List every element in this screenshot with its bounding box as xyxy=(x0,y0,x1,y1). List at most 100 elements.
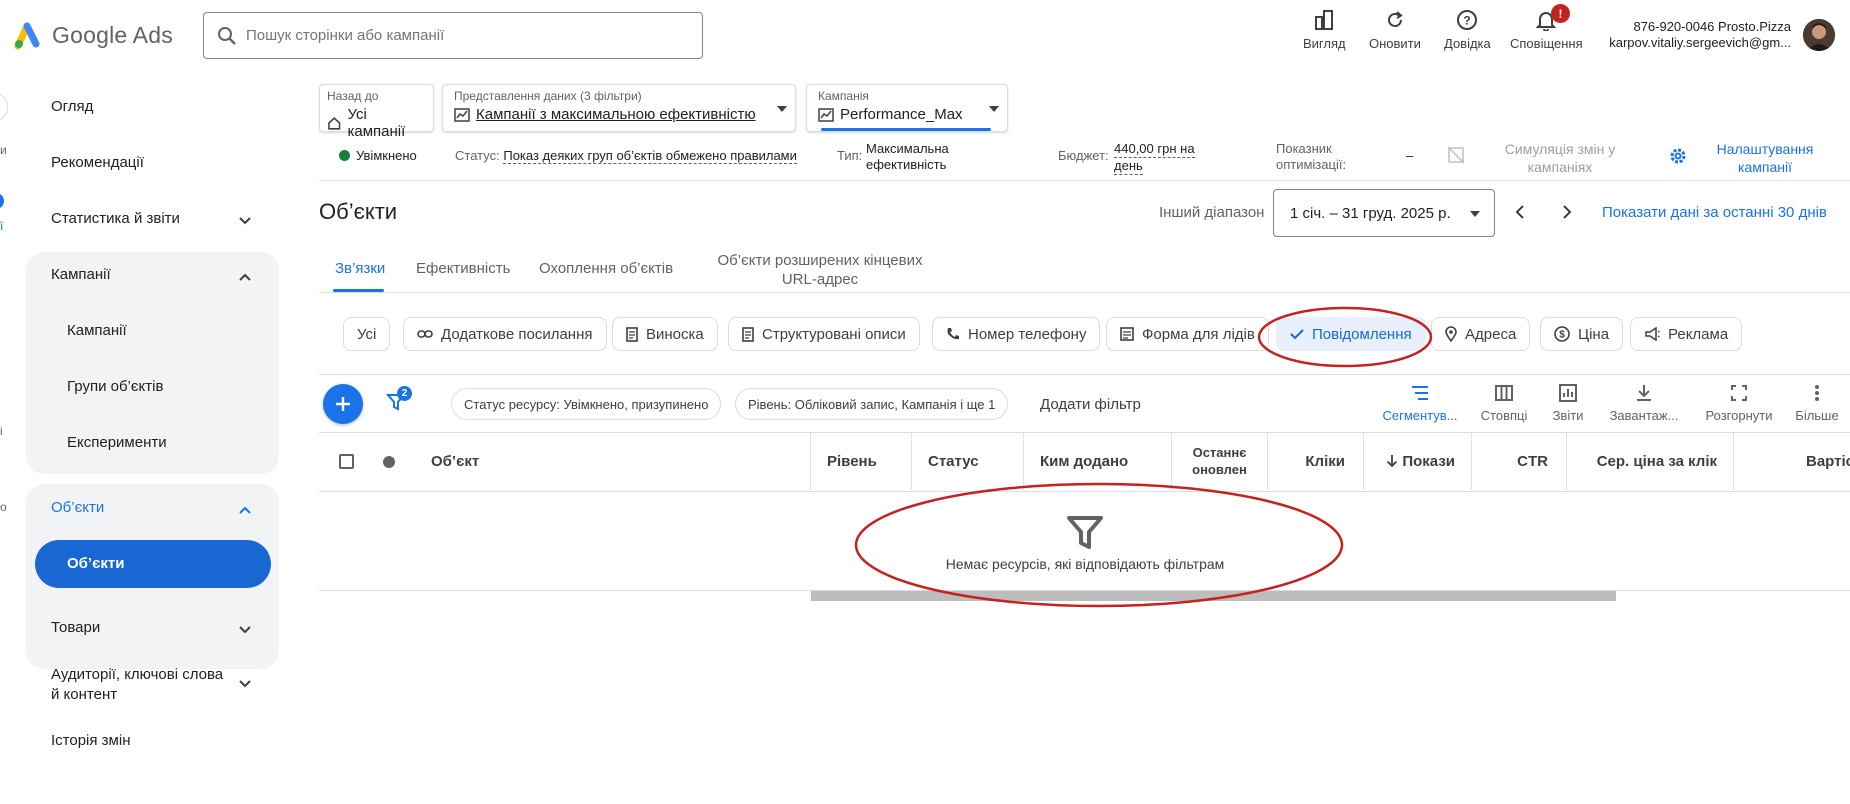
column-header-impressions[interactable]: Покази xyxy=(1363,432,1471,490)
sidebar-item-products[interactable]: Товари xyxy=(51,619,100,636)
tab-final-url-assets[interactable]: Об’єкти розширених кінцевих URL-адрес xyxy=(712,251,928,289)
type-label: Тип: xyxy=(837,148,863,163)
notification-badge: ! xyxy=(1551,4,1570,23)
dropdown-arrow-icon[interactable] xyxy=(988,105,1000,113)
download-button[interactable]: Завантаж... xyxy=(1605,384,1683,423)
location-pin-icon xyxy=(1445,326,1457,342)
segment-label: Сегментув... xyxy=(1382,408,1458,423)
chevron-right-icon[interactable] xyxy=(1557,202,1577,222)
help-button[interactable]: ? Довідка xyxy=(1444,9,1491,51)
tab-performance[interactable]: Ефективність xyxy=(416,260,510,277)
add-filter-button[interactable]: Додати фільтр xyxy=(1040,396,1141,413)
back-to-card[interactable]: Назад до Усі кампанії xyxy=(319,84,434,140)
svg-text:?: ? xyxy=(1464,14,1471,28)
campaign-settings-link[interactable]: Налаштування кампанії xyxy=(1700,140,1830,176)
chip-price[interactable]: $ Ціна xyxy=(1540,317,1624,351)
segment-button[interactable]: Сегментув... xyxy=(1382,384,1458,423)
gear-icon[interactable] xyxy=(1668,146,1688,166)
budget-value-2: день xyxy=(1114,158,1143,175)
campaign-card[interactable]: Кампанія Performance_Max xyxy=(806,84,1008,132)
document-icon xyxy=(742,326,754,342)
google-ads-logo[interactable]: Google Ads xyxy=(14,20,173,50)
sidebar-item-overview[interactable]: Огляд xyxy=(51,98,93,115)
column-header-cost[interactable]: Вартіс xyxy=(1733,432,1850,490)
date-range-picker[interactable]: 1 січ. – 31 груд. 2025 р. xyxy=(1273,189,1495,237)
notifications-button[interactable]: Сповіщення xyxy=(1510,9,1583,51)
chip-lead-form[interactable]: Форма для лідів xyxy=(1106,317,1269,351)
chevron-up-icon[interactable] xyxy=(236,501,254,519)
campaign-settings-2: кампанії xyxy=(1738,159,1792,175)
chip-phone[interactable]: Номер телефону xyxy=(932,317,1101,351)
data-view-label: Представлення даних (3 фільтри) xyxy=(454,89,642,103)
columns-label: Стовпці xyxy=(1480,408,1528,423)
chip-structured-snippets[interactable]: Структуровані описи xyxy=(728,317,920,351)
sidebar-item-experiments[interactable]: Експерименти xyxy=(67,434,167,451)
filter-chip-level[interactable]: Рівень: Обліковий запис, Кампанія і ще 1 xyxy=(735,388,1009,420)
sidebar-item-assets-group[interactable]: Об’єкти xyxy=(51,499,104,516)
column-header-ctr[interactable]: CTR xyxy=(1471,432,1566,490)
tab-asset-coverage[interactable]: Охоплення об’єктів xyxy=(539,260,673,277)
chevron-up-icon[interactable] xyxy=(236,268,254,286)
chip-label: Ціна xyxy=(1578,325,1610,343)
chevron-down-icon[interactable] xyxy=(236,675,254,693)
chevron-left-icon[interactable] xyxy=(1510,202,1530,222)
google-ads-logo-icon xyxy=(14,22,40,50)
sidebar-item-assets[interactable]: Об’єкти xyxy=(67,555,124,572)
sidebar-item-label: Аудиторії, ключові слова xyxy=(51,666,224,683)
chip-all[interactable]: Усі xyxy=(343,317,391,351)
chip-label: Структуровані описи xyxy=(762,325,906,343)
filter-chip-resource-status[interactable]: Статус ресурсу: Увімкнено, призупинено xyxy=(451,388,722,420)
avatar[interactable] xyxy=(1803,19,1835,51)
divider xyxy=(319,180,1850,181)
tab-links[interactable]: Зв’язки xyxy=(335,260,385,277)
download-label: Завантаж... xyxy=(1609,408,1679,423)
columns-button[interactable]: Стовпці xyxy=(1478,384,1530,423)
chip-callout[interactable]: Виноска xyxy=(612,317,718,351)
chevron-down-icon[interactable] xyxy=(236,621,254,639)
status-value[interactable]: Показ деяких груп об’єктів обмежено прав… xyxy=(503,148,797,164)
data-view-card[interactable]: Представлення даних (3 фільтри) Кампанії… xyxy=(442,84,796,132)
sidebar-item-change-history[interactable]: Історія змін xyxy=(51,732,130,749)
sidebar-item-stats[interactable]: Статистика й звіти xyxy=(51,210,180,227)
search-input[interactable] xyxy=(246,27,686,44)
sidebar-item-recommendations[interactable]: Рекомендації xyxy=(51,154,144,171)
chip-label: Форма для лідів xyxy=(1142,325,1255,343)
more-vert-icon xyxy=(1815,385,1819,401)
sidebar-item-label-2: й контент xyxy=(51,686,118,703)
sidebar-item-label: Статистика й звіти xyxy=(51,210,180,227)
last-30-days-link[interactable]: Показати дані за останні 30 днів xyxy=(1602,204,1827,221)
refresh-button[interactable]: Оновити xyxy=(1369,9,1421,51)
budget-value[interactable]: 440,00 грн на день xyxy=(1114,141,1195,175)
segment-icon xyxy=(1412,386,1428,400)
add-button[interactable] xyxy=(323,384,363,424)
plus-icon xyxy=(336,397,350,411)
filter-button[interactable]: 2 xyxy=(385,386,412,412)
search-box[interactable] xyxy=(203,12,703,59)
column-header-asset[interactable]: Об’єкт xyxy=(431,432,479,490)
chip-sitelink[interactable]: Додаткове посилання xyxy=(403,317,607,351)
dropdown-arrow-icon[interactable] xyxy=(776,105,788,113)
sidebar-item-campaigns-group[interactable]: Кампанії xyxy=(51,266,111,283)
reports-button[interactable]: Звіти xyxy=(1547,384,1589,423)
chip-promotion[interactable]: Реклама xyxy=(1630,317,1743,351)
price-icon: $ xyxy=(1554,326,1570,342)
sidebar-item-campaigns[interactable]: Кампанії xyxy=(67,322,127,339)
more-button[interactable]: Більше xyxy=(1794,384,1840,423)
arrow-down-icon xyxy=(1387,455,1398,468)
top-bar: Google Ads Вигляд Оновити ? Довідка Спов… xyxy=(0,0,1850,72)
chevron-down-icon[interactable] xyxy=(236,212,254,230)
column-header-avg-cpc[interactable]: Сер. ціна за клік xyxy=(1566,432,1733,490)
simulation-link[interactable]: Симуляція змін у кампаніях xyxy=(1480,140,1640,176)
data-view-row: Кампанії з максимальною ефективністю xyxy=(454,106,784,123)
campaign-active-underline xyxy=(821,128,991,131)
megaphone-icon xyxy=(1645,327,1660,341)
view-button[interactable]: Вигляд xyxy=(1303,9,1346,51)
chart-icon xyxy=(818,107,834,122)
sidebar-item-ad-groups[interactable]: Групи об’єктів xyxy=(67,378,163,395)
annotation-ellipse-message xyxy=(1257,306,1433,368)
account-info[interactable]: 876-920-0046 Prosto.Pizza karpov.vitaliy… xyxy=(1580,19,1791,51)
select-all-checkbox[interactable] xyxy=(339,454,354,469)
chip-address[interactable]: Адреса xyxy=(1431,317,1531,351)
sidebar-item-audiences[interactable]: Аудиторії, ключові слова й контент xyxy=(51,665,223,705)
expand-button[interactable]: Розгорнути xyxy=(1704,384,1774,423)
